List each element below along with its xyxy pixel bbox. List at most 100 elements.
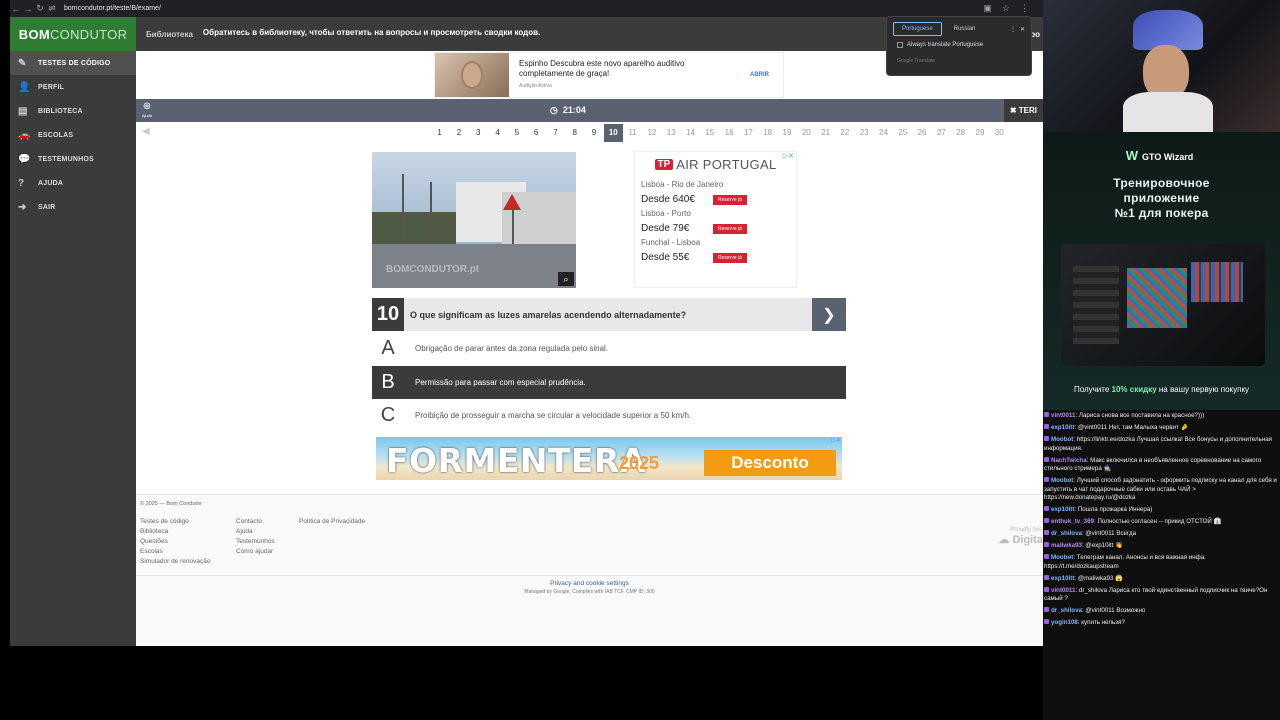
sidebar-item-escolas[interactable]: 🚗 ESCOLAS [10,123,136,147]
question-number-28[interactable]: 28 [951,124,970,142]
close-icon[interactable]: ✕ [1020,26,1025,33]
question-number-6[interactable]: 6 [526,124,545,142]
question-number-1[interactable]: 1 [430,124,449,142]
sidebar-item-testes-de-código[interactable]: ✎ TESTES DE CÓDIGO [10,51,136,75]
sidebar-item-ajuda[interactable]: ? AJUDA [10,171,136,195]
sidebar-item-biblioteca[interactable]: ▤ BIBLIOTECA [10,99,136,123]
chat-username[interactable]: exp10itt [1051,424,1074,431]
chat-username[interactable]: vint0011 [1051,587,1075,594]
translate-icon[interactable]: ▣ [983,3,992,14]
chat-username[interactable]: Moobot [1051,554,1073,561]
footer-link[interactable]: Simulador de renovação [140,557,210,567]
question-number-21[interactable]: 21 [816,124,835,142]
question-number-17[interactable]: 17 [739,124,758,142]
chat-username[interactable]: yogin108 [1051,619,1078,626]
gto-wizard-ad[interactable]: W GTO Wizard Тренировочное приложение №1 … [1043,132,1280,410]
question-number-7[interactable]: 7 [546,124,565,142]
footer-link[interactable]: Questões [140,537,210,547]
question-number-29[interactable]: 29 [970,124,989,142]
ad-tap-air-portugal[interactable]: ▷✕ TP AIR PORTUGAL Lisboa - Rio de Janei… [634,151,797,288]
question-number-13[interactable]: 13 [662,124,681,142]
question-number-8[interactable]: 8 [565,124,584,142]
question-number-11[interactable]: 11 [623,124,642,142]
question-number-18[interactable]: 18 [758,124,777,142]
forward-icon[interactable]: → [22,4,34,14]
question-number-12[interactable]: 12 [642,124,661,142]
ad-close-icon[interactable]: ▷✕ [783,152,794,160]
question-number-23[interactable]: 23 [855,124,874,142]
site-info-icon[interactable]: ⇌ [46,3,58,14]
question-number-15[interactable]: 15 [700,124,719,142]
ad-open-button[interactable]: ABRIR [737,72,769,78]
chat-username[interactable]: vint0011 [1051,412,1075,419]
footer-link[interactable]: Biblioteca [140,527,210,537]
chat-username[interactable]: Moobot [1051,477,1073,484]
previous-question-icon[interactable]: ◀ [142,126,150,137]
reserve-button[interactable]: Reserve já [713,252,747,263]
chat-username[interactable]: dr_shilova [1051,530,1082,537]
question-number-30[interactable]: 30 [990,124,1009,142]
site-logo[interactable]: B OM CONDUTOR [10,17,136,51]
privacy-settings-link[interactable]: Privacy and cookie settings [136,580,1043,587]
question-number-20[interactable]: 20 [797,124,816,142]
question-number-24[interactable]: 24 [874,124,893,142]
library-link[interactable]: Библиотека [136,30,203,39]
question-number-22[interactable]: 22 [835,124,854,142]
question-number-4[interactable]: 4 [488,124,507,142]
banner-cta-button[interactable]: Desconto [704,450,836,476]
chat-username[interactable]: enthuk_tv_369 [1051,518,1094,525]
reload-icon[interactable]: ↻ [34,3,46,14]
ad-hearing-aid[interactable]: Espinho Descubra este novo aparelho audi… [434,52,784,98]
question-number-3[interactable]: 3 [469,124,488,142]
more-options-icon[interactable]: ⋮ [1010,26,1016,33]
chat-username[interactable]: exp10itt [1051,575,1074,582]
footer-link[interactable]: Política de Privacidade [299,517,365,527]
sidebar-item-sair[interactable]: ➜ SAIR [10,195,136,219]
question-number-26[interactable]: 26 [912,124,931,142]
chat-text: Полностью согласен -- прикид ОТСТОЙ 👔 [1097,518,1222,526]
reserve-button[interactable]: Reserve já [713,223,747,234]
sidebar-item-perfil[interactable]: 👤 PERFIL [10,75,136,99]
hosting-badge[interactable]: Proudly hos ☁ Digita [998,527,1043,546]
ad-formentera-banner[interactable]: FORMENTERA 2025 Desconto ▷✕ [376,437,842,480]
footer-link[interactable]: Testemunhos [236,537,275,547]
always-translate-checkbox[interactable] [897,42,903,48]
footer-link[interactable]: Contacto [236,517,275,527]
chat-username[interactable]: NachTwicha [1051,457,1087,464]
back-icon[interactable]: ← [10,4,22,14]
question-number-16[interactable]: 16 [719,124,738,142]
question-image[interactable]: BOMCONDUTOR.pt ⌕ [372,152,576,288]
question-number-10[interactable]: 10 [603,124,623,142]
zoom-icon[interactable]: ⌕ [558,272,574,286]
question-number-25[interactable]: 25 [893,124,912,142]
translate-lang-portuguese[interactable]: Portuguese [893,22,942,36]
sidebar-item-testemunhos[interactable]: 💬 TESTEMUNHOS [10,147,136,171]
chat-username[interactable]: Moobot [1051,436,1073,443]
footer-link[interactable]: Escolas [140,547,210,557]
url-field[interactable]: bomcondutor.pt/teste/B/exame/ [64,5,161,12]
footer-link[interactable]: Testes de código [140,517,210,527]
question-number-9[interactable]: 9 [584,124,603,142]
reserve-button[interactable]: Reserve já [713,194,747,205]
answer-a[interactable]: A Obrigação de parar antes da zona regul… [372,332,846,365]
question-number-5[interactable]: 5 [507,124,526,142]
chat-username[interactable]: maliwka93 [1051,542,1082,549]
ad-close-icon[interactable]: ▷✕ [831,437,841,444]
help-button[interactable]: ⊕ Ajuda [136,101,158,120]
end-test-button[interactable]: ✖ TERI [1003,99,1043,122]
chat-username[interactable]: dr_shilova [1051,607,1082,614]
footer-link[interactable]: Ajuda [236,527,275,537]
answer-c[interactable]: C Proibição de prosseguir a marcha se ci… [372,399,846,432]
footer-link[interactable]: Como ajudar [236,547,275,557]
question-number-14[interactable]: 14 [681,124,700,142]
question-number-2[interactable]: 2 [449,124,468,142]
bookmark-star-icon[interactable]: ☆ [1002,3,1010,14]
question-number-19[interactable]: 19 [777,124,796,142]
chat-username[interactable]: exp10itt [1051,506,1074,513]
next-question-button[interactable]: ❯ [812,298,846,331]
chat-message: dr_shilova: @vint0011 Всегда [1044,530,1279,539]
answer-b[interactable]: B Permissão para passar com especial pru… [372,366,846,399]
translate-lang-russian[interactable]: Russian [946,23,984,35]
menu-icon[interactable]: ⋮ [1020,3,1029,14]
question-number-27[interactable]: 27 [932,124,951,142]
